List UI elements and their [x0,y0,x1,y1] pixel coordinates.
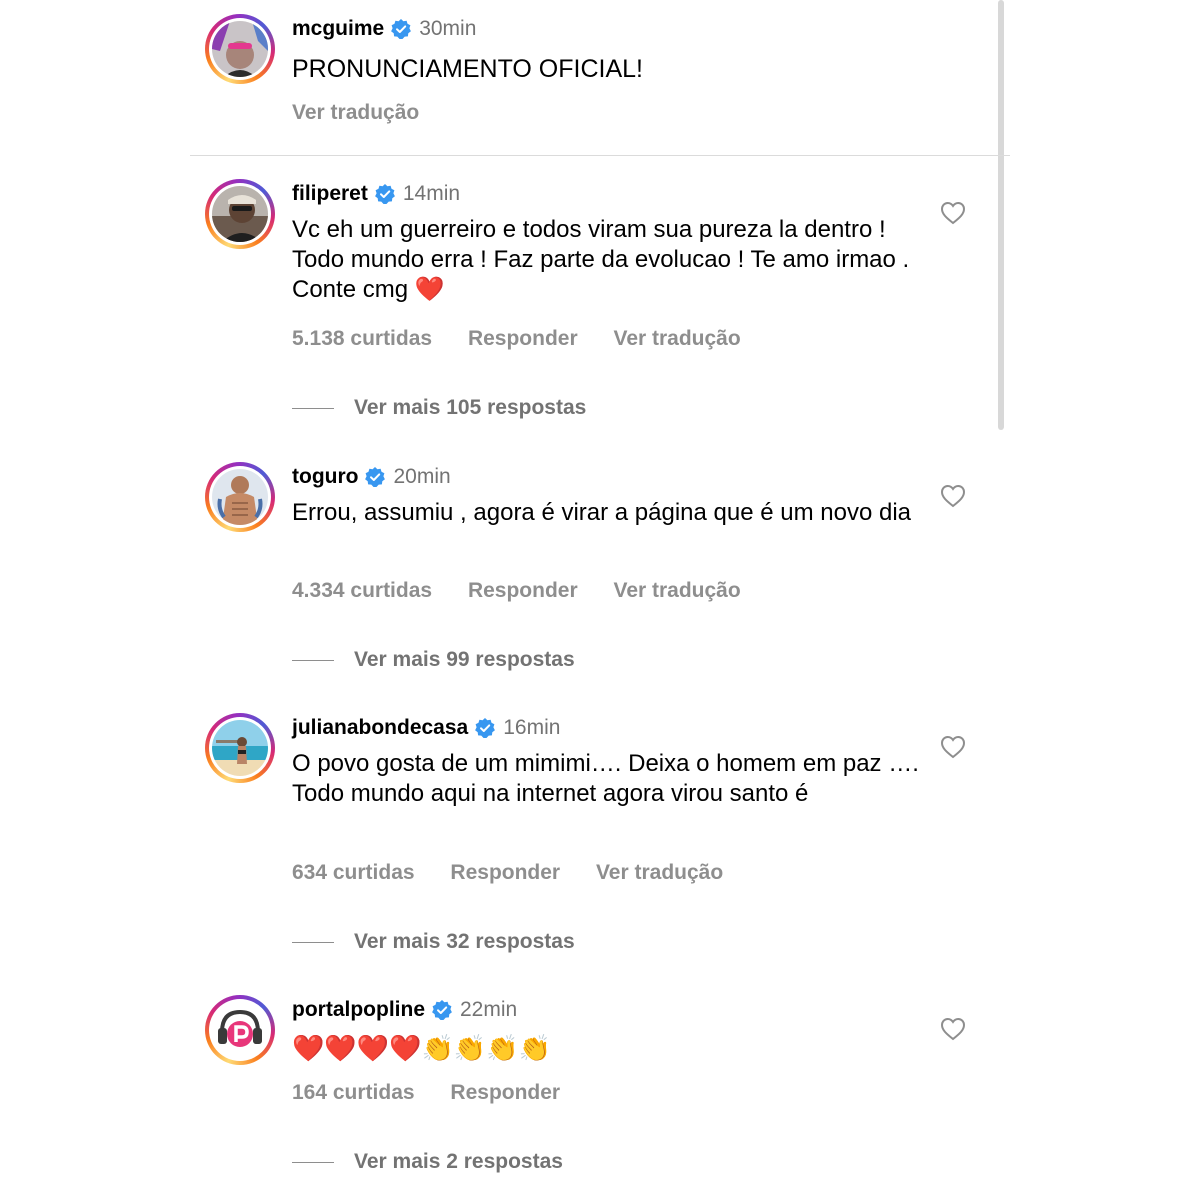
view-replies-label: Ver mais 99 respostas [354,648,575,671]
likes-count[interactable]: 164 curtidas [292,1081,415,1104]
reply-button[interactable]: Responder [450,861,560,884]
username[interactable]: filiperet [292,182,368,206]
username[interactable]: mcguime [292,17,384,41]
translate-link[interactable]: Ver tradução [292,101,419,124]
view-replies-label: Ver mais 105 respostas [354,396,587,419]
replies-line [292,659,334,661]
caption-text: PRONUNCIAMENTO OFICIAL! [292,55,643,83]
avatar[interactable] [205,179,275,249]
heart-outline-icon[interactable] [940,484,966,508]
replies-line [292,1161,334,1163]
view-replies-button[interactable]: Ver mais 99 respostas [292,648,575,672]
likes-count[interactable]: 5.138 curtidas [292,327,432,350]
avatar[interactable] [205,462,275,532]
replies-line [292,407,334,409]
username[interactable]: portalpopline [292,998,425,1022]
avatar-image [212,186,268,242]
translate-link[interactable]: Ver tradução [613,579,740,602]
timestamp: 30min [419,17,477,40]
username[interactable]: toguro [292,465,358,489]
comment-text: Vc eh um guerreiro e todos viram sua pur… [292,216,910,303]
avatar[interactable] [205,14,275,84]
divider [190,155,1010,156]
likes-count[interactable]: 634 curtidas [292,861,415,884]
reply-button[interactable]: Responder [450,1081,560,1104]
avatar-image [212,21,268,77]
likes-count[interactable]: 4.334 curtidas [292,579,432,602]
reply-button[interactable]: Responder [468,579,578,602]
timestamp: 22min [460,998,518,1021]
replies-line [292,941,334,943]
verified-badge-icon [365,467,386,487]
view-replies-button[interactable]: Ver mais 105 respostas [292,396,586,420]
comment-text: Errou, assumiu , agora é virar a página … [292,499,912,526]
username[interactable]: julianabondecasa [292,716,468,740]
view-replies-label: Ver mais 2 respostas [354,1150,563,1173]
avatar-image [212,1002,268,1058]
translate-link[interactable]: Ver tradução [596,861,723,884]
verified-badge-icon [391,19,412,39]
reply-button[interactable]: Responder [468,327,578,350]
heart-outline-icon[interactable] [940,201,966,225]
comment-text: ❤️❤️❤️❤️👏👏👏👏 [292,1033,551,1063]
scrollbar[interactable] [998,0,1004,430]
avatar-image [212,469,268,525]
avatar[interactable] [205,713,275,783]
avatar-image [212,720,268,776]
avatar[interactable] [205,995,275,1065]
timestamp: 14min [402,182,461,205]
view-replies-label: Ver mais 32 respostas [354,930,575,953]
timestamp: 16min [503,716,561,739]
verified-badge-icon [374,184,395,204]
verified-badge-icon [432,1000,452,1020]
timestamp: 20min [393,465,451,488]
heart-outline-icon[interactable] [940,735,966,759]
comment-text: O povo gosta de um mimimi…. Deixa o home… [292,750,919,807]
view-replies-button[interactable]: Ver mais 2 respostas [292,1150,563,1174]
heart-outline-icon[interactable] [940,1017,966,1041]
view-replies-button[interactable]: Ver mais 32 respostas [292,930,575,954]
translate-link[interactable]: Ver tradução [613,327,740,350]
verified-badge-icon [475,718,496,738]
